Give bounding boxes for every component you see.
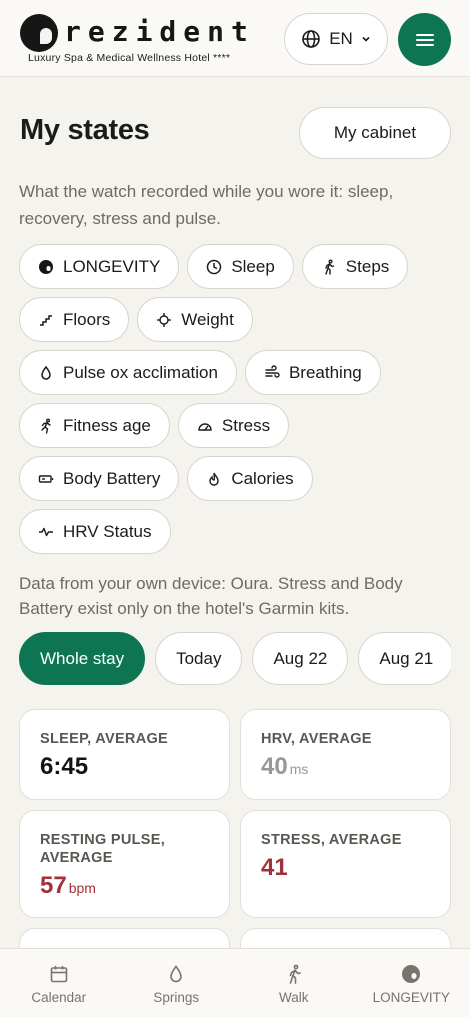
hamburger-icon (415, 32, 435, 48)
chip-sleep[interactable]: Sleep (187, 244, 294, 289)
page-intro: What the watch recorded while you wore i… (19, 182, 394, 228)
period-tabs: Whole stay Today Aug 22 Aug 21 (19, 632, 451, 685)
longevity-icon (400, 963, 422, 985)
stat-card-resting-pulse: RESTING PULSE, AVERAGE 57 bpm (19, 810, 230, 918)
stat-value: 40 ms (261, 753, 309, 780)
chip-fitness-age[interactable]: Fitness age (19, 403, 170, 448)
chip-label: Steps (345, 256, 390, 276)
chip-label: Weight (181, 309, 234, 329)
page-title: My states (20, 114, 150, 146)
chip-body-battery[interactable]: Body Battery (19, 456, 180, 501)
my-cabinet-button[interactable]: My cabinet (299, 107, 451, 159)
chip-label: Body Battery (63, 468, 161, 488)
stat-label: HRV, AVERAGE (261, 731, 372, 747)
chip-label: Pulse ox acclimation (63, 362, 218, 382)
stat-card-hrv: HRV, AVERAGE 40 ms (240, 709, 451, 800)
walking-icon (283, 963, 305, 985)
nav-label: Walk (279, 990, 309, 1005)
chip-label: Fitness age (63, 415, 151, 435)
chip-longevity[interactable]: LONGEVITY (19, 244, 180, 289)
language-selector[interactable]: EN (284, 13, 388, 65)
period-today[interactable]: Today (155, 632, 243, 685)
calendar-icon (48, 963, 70, 985)
device-note: Data from your own device: Oura. Stress … (19, 574, 403, 618)
gauge-icon (197, 418, 213, 434)
chip-weight[interactable]: Weight (137, 297, 253, 342)
logo-wordmark: rezident (64, 15, 255, 48)
nav-walk[interactable]: Walk (235, 949, 353, 1017)
nav-label: LONGEVITY (372, 990, 450, 1005)
chip-floors[interactable]: Floors (19, 297, 130, 342)
chip-label: HRV Status (63, 521, 152, 541)
chip-pulse-ox[interactable]: Pulse ox acclimation (19, 350, 237, 395)
chip-steps[interactable]: Steps (301, 244, 409, 289)
stat-card-sleep: SLEEP, AVERAGE 6:45 (19, 709, 230, 800)
drop-icon (165, 963, 187, 985)
app-header: rezident Luxury Spa & Medical Wellness H… (0, 0, 470, 77)
logo-mark (20, 14, 58, 52)
walking-icon (321, 259, 337, 275)
pulse-icon (38, 524, 54, 540)
chip-stress[interactable]: Stress (177, 403, 290, 448)
stat-unit: ms (289, 761, 309, 777)
wind-icon (264, 364, 280, 381)
stat-unit: bpm (68, 880, 96, 896)
metric-chips: LONGEVITY Sleep Steps Floors Weight Puls… (19, 244, 451, 554)
logo-tagline: Luxury Spa & Medical Wellness Hotel **** (28, 52, 231, 64)
chip-label: Breathing (288, 362, 362, 382)
clock-icon (206, 259, 222, 275)
chip-hrv-status[interactable]: HRV Status (19, 509, 171, 554)
globe-icon (301, 29, 321, 49)
drop-icon (38, 365, 54, 381)
chevron-down-icon (361, 34, 371, 44)
crosshair-icon (156, 312, 172, 328)
chip-label: Calories (231, 468, 294, 488)
nav-longevity[interactable]: LONGEVITY (353, 949, 470, 1017)
language-code: EN (329, 29, 353, 48)
stat-value: 41 (261, 854, 288, 881)
hotel-logo[interactable]: rezident Luxury Spa & Medical Wellness H… (20, 14, 255, 64)
stat-label: RESTING PULSE, AVERAGE (40, 832, 166, 866)
running-icon (38, 418, 54, 434)
chip-label: LONGEVITY (63, 256, 161, 276)
chip-breathing[interactable]: Breathing (244, 350, 381, 395)
nav-label: Calendar (31, 990, 87, 1005)
menu-button[interactable] (398, 13, 451, 66)
period-aug-22[interactable]: Aug 22 (252, 632, 349, 685)
longevity-icon (38, 259, 54, 275)
chip-label: Floors (63, 309, 111, 329)
chip-calories[interactable]: Calories (187, 456, 313, 501)
stat-label: STRESS, AVERAGE (261, 832, 402, 848)
chip-label: Stress (221, 415, 271, 435)
stairs-icon (38, 312, 54, 328)
bottom-nav: Calendar Springs Walk LONGEVITY (0, 948, 470, 1017)
battery-icon (38, 471, 54, 487)
period-aug-21[interactable]: Aug 21 (358, 632, 451, 685)
stat-label: SLEEP, AVERAGE (40, 731, 169, 747)
flame-icon (206, 471, 222, 487)
nav-calendar[interactable]: Calendar (0, 949, 118, 1017)
nav-springs[interactable]: Springs (118, 949, 236, 1017)
stat-card-stress: STRESS, AVERAGE 41 (240, 810, 451, 918)
stat-value: 6:45 (40, 753, 89, 780)
period-whole-stay[interactable]: Whole stay (19, 632, 146, 685)
chip-label: Sleep (231, 256, 275, 276)
nav-label: Springs (153, 990, 200, 1005)
stat-value: 57 bpm (40, 872, 96, 899)
